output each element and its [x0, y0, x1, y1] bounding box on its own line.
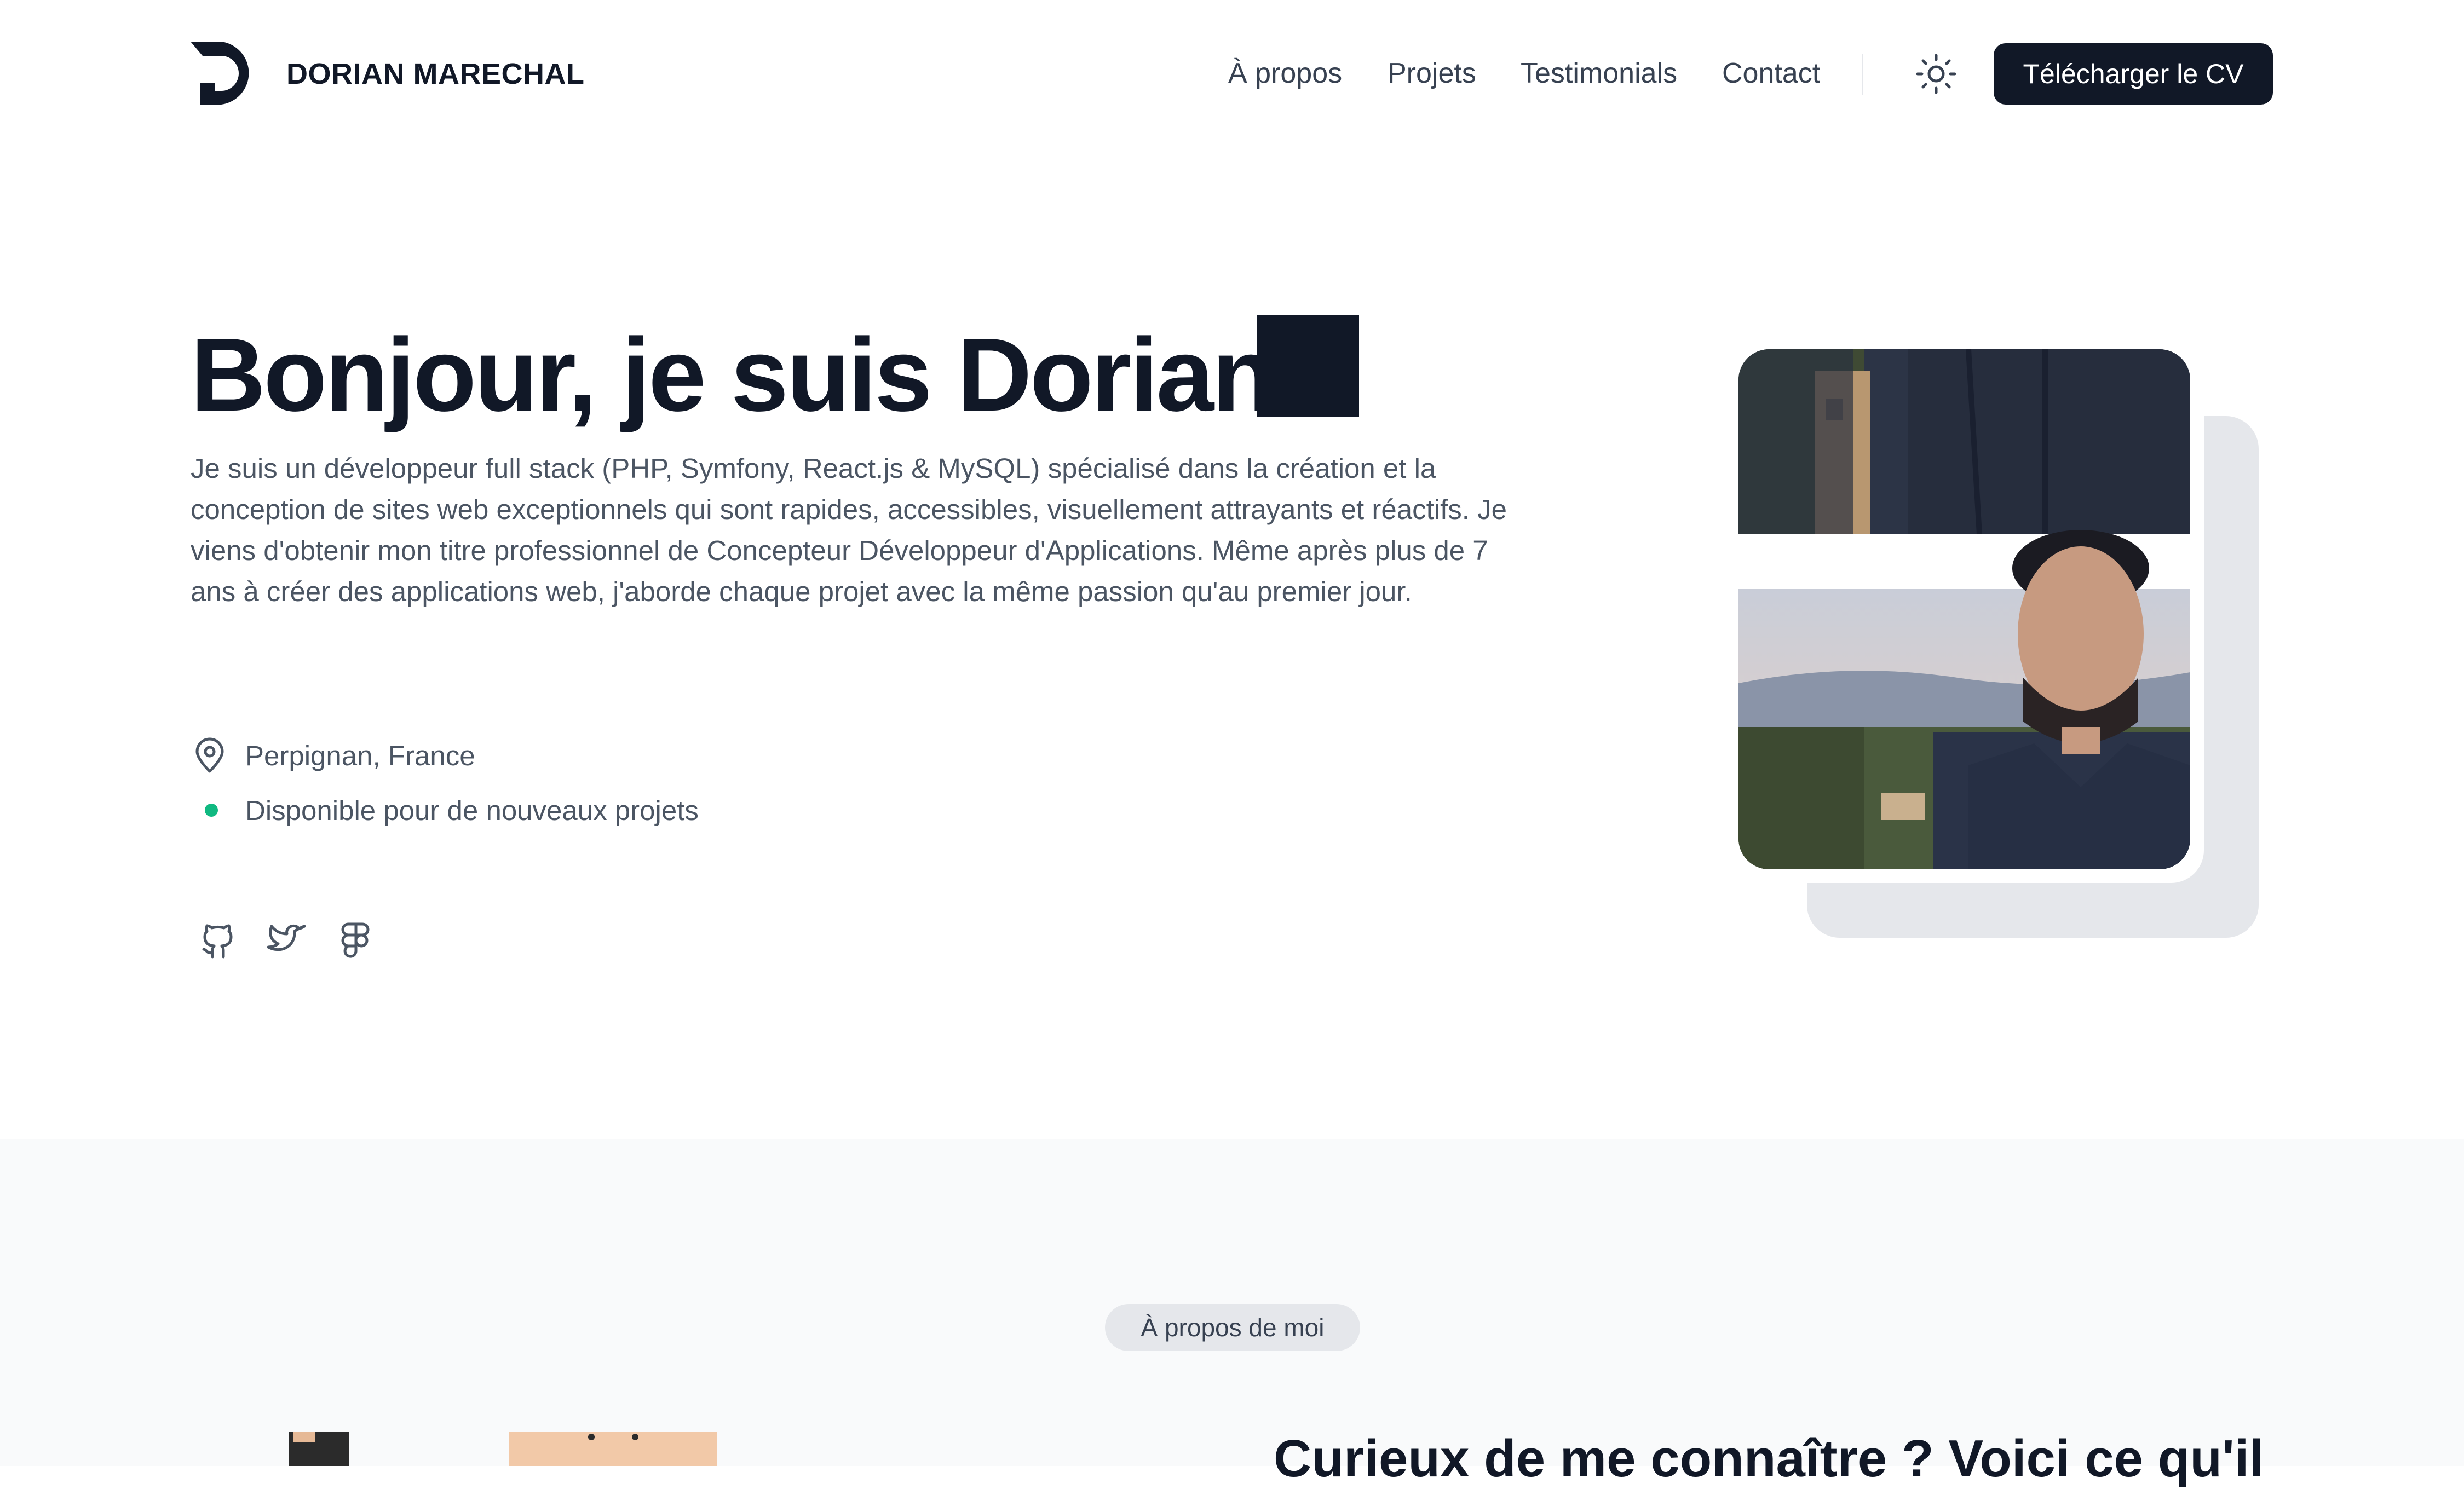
about-heading: Curieux de me connaître ? Voici ce qu'il — [1274, 1429, 2264, 1488]
availability-text: Disponible pour de nouveaux projets — [245, 794, 699, 826]
location-row: Perpignan, France — [191, 734, 475, 777]
github-icon[interactable] — [197, 920, 239, 961]
about-image — [289, 1432, 717, 1466]
hero-title: Bonjour, je suis Dorian — [191, 317, 1275, 433]
typing-cursor — [1257, 315, 1359, 417]
location-text: Perpignan, France — [245, 740, 475, 771]
brand-name[interactable]: DORIAN MARECHAL — [286, 57, 584, 91]
nav-divider — [1862, 54, 1863, 95]
logo-icon[interactable] — [191, 42, 254, 105]
profile-photo-image — [1738, 349, 2190, 869]
nav-link-contact[interactable]: Contact — [1722, 57, 1820, 90]
availability-row: Disponible pour de nouveaux projets — [191, 788, 699, 832]
hero-description: Je suis un développeur full stack (PHP, … — [191, 453, 1507, 607]
twitter-icon[interactable] — [266, 920, 308, 961]
profile-photo — [1738, 349, 2190, 869]
sun-icon[interactable] — [1914, 52, 1958, 96]
map-pin-icon — [195, 737, 224, 773]
social-links — [197, 920, 377, 961]
site-header: DORIAN MARECHAL À propos Projets Testimo… — [0, 0, 2464, 148]
nav-link-projets[interactable]: Projets — [1388, 57, 1476, 90]
figma-icon[interactable] — [335, 920, 377, 961]
about-badge: À propos de moi — [1105, 1304, 1360, 1351]
download-cv-button[interactable]: Télécharger le CV — [1994, 43, 2273, 105]
nav-link-testimonials[interactable]: Testimonials — [1521, 57, 1677, 90]
about-section — [0, 1139, 2464, 1466]
nav-link-a-propos[interactable]: À propos — [1228, 57, 1342, 90]
availability-dot-icon — [205, 804, 218, 817]
